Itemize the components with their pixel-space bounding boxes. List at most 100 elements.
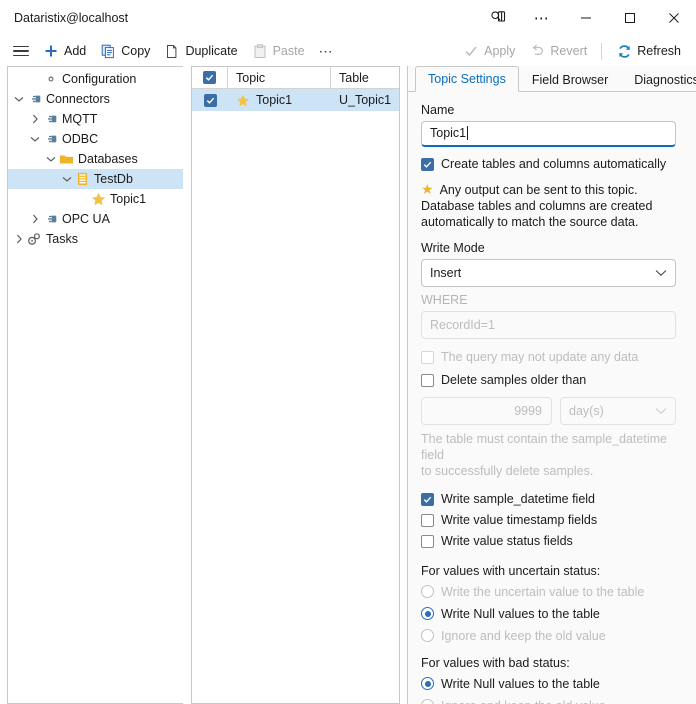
gear-icon: [42, 72, 59, 86]
refresh-label: Refresh: [637, 44, 681, 58]
where-placeholder: RecordId=1: [430, 317, 495, 332]
toolbar-overflow-button[interactable]: ⋯: [312, 38, 342, 64]
connector-icon: [26, 93, 43, 105]
table-header-table[interactable]: Table: [331, 67, 399, 88]
search-panel-icon[interactable]: [476, 0, 520, 36]
uncertain-status-radio[interactable]: [421, 585, 434, 599]
bad-status-radio[interactable]: [421, 699, 434, 704]
duplicate-button[interactable]: Duplicate: [157, 38, 244, 64]
uncertain-status-option[interactable]: Write the uncertain value to the table: [421, 581, 676, 603]
window-more-icon[interactable]: ⋯: [520, 0, 564, 36]
menu-button[interactable]: [6, 38, 36, 64]
copy-label: Copy: [121, 44, 151, 58]
delete-older-checkbox[interactable]: [421, 373, 434, 387]
paste-icon: [252, 43, 268, 59]
chevron-right-icon[interactable]: [12, 234, 26, 244]
uncertain-status-option[interactable]: Write Null values to the table: [421, 603, 676, 625]
copy-icon: [100, 43, 116, 59]
copy-button[interactable]: Copy: [93, 38, 157, 64]
write-value-status-checkbox[interactable]: [421, 534, 434, 548]
tree-item-label: Tasks: [46, 232, 78, 246]
write-mode-select[interactable]: Insert: [421, 258, 676, 287]
row-checkbox[interactable]: [203, 93, 217, 107]
tree-item-odbc[interactable]: ODBC: [8, 129, 183, 149]
chevron-down-icon[interactable]: [60, 176, 74, 183]
tab-field-browser[interactable]: Field Browser: [519, 66, 621, 92]
write-value-status-row[interactable]: Write value status fields: [421, 531, 676, 552]
duplicate-label: Duplicate: [185, 44, 238, 58]
tree-item-connectors[interactable]: Connectors: [8, 89, 183, 109]
pane-splitter-left[interactable]: [183, 66, 191, 704]
toolbar-divider: [601, 42, 603, 60]
write-field-options: Write sample_datetime field Write value …: [421, 489, 676, 552]
tab-topic-settings[interactable]: Topic Settings: [415, 66, 519, 92]
title-bar: Dataristix@localhost ⋯: [0, 0, 696, 36]
bad-status-radio[interactable]: [421, 677, 434, 691]
bad-status-option[interactable]: Ignore and keep the old value: [421, 695, 676, 704]
navigation-tree[interactable]: Configuration Connectors MQTT ODBC Databases…: [8, 67, 183, 249]
no-update-label: The query may not update any data: [441, 350, 639, 365]
write-sample-datetime-checkbox[interactable]: [421, 492, 434, 506]
write-value-status-label: Write value status fields: [441, 534, 573, 549]
auto-create-checkbox-row[interactable]: Create tables and columns automatically: [421, 154, 676, 175]
bad-radio-group[interactable]: Write Null values to the table Ignore and…: [421, 673, 676, 704]
chevron-down-icon[interactable]: [44, 156, 58, 163]
chevron-down-icon-unit: [655, 407, 667, 415]
chevron-right-icon[interactable]: [28, 214, 42, 224]
uncertain-status-label: Write the uncertain value to the table: [441, 584, 645, 599]
write-value-timestamp-row[interactable]: Write value timestamp fields: [421, 510, 676, 531]
delete-older-checkbox-row[interactable]: Delete samples older than: [421, 370, 676, 391]
uncertain-status-radio[interactable]: [421, 607, 434, 621]
uncertain-status-group: For values with uncertain status: Write …: [421, 564, 676, 647]
close-button[interactable]: [652, 0, 696, 36]
star-icon: ★: [421, 180, 434, 197]
bad-status-group: For values with bad status: Write Null v…: [421, 656, 676, 704]
uncertain-radio-group[interactable]: Write the uncertain value to the table Wr…: [421, 581, 676, 647]
auto-create-checkbox[interactable]: [421, 157, 434, 171]
settings-tabs[interactable]: Topic Settings Field Browser Diagnostics: [408, 66, 696, 92]
add-button[interactable]: Add: [36, 38, 93, 64]
table-header-topic[interactable]: Topic: [228, 67, 331, 88]
uncertain-status-option[interactable]: Ignore and keep the old value: [421, 625, 676, 647]
table-header-checkbox-cell[interactable]: [192, 67, 228, 88]
tree-item-label: Topic1: [110, 192, 147, 206]
tree-item-configuration[interactable]: Configuration: [8, 69, 183, 89]
table-row[interactable]: Topic1 U_Topic1: [192, 89, 399, 111]
revert-label: Revert: [550, 44, 588, 58]
refresh-button[interactable]: Refresh: [609, 38, 688, 64]
delete-older-label: Delete samples older than: [441, 373, 587, 388]
tree-item-mqtt[interactable]: MQTT: [8, 109, 183, 129]
where-input: RecordId=1: [421, 310, 676, 339]
delete-unit-select: day(s): [560, 396, 676, 425]
write-mode-value: Insert: [430, 265, 462, 280]
undo-arrow-icon: [529, 43, 545, 59]
uncertain-status-radio[interactable]: [421, 629, 434, 643]
name-input[interactable]: Topic1: [421, 120, 676, 147]
select-all-checkbox[interactable]: [203, 71, 216, 84]
chevron-right-icon[interactable]: [28, 114, 42, 124]
star-icon: [236, 94, 250, 107]
tree-item-topic1[interactable]: Topic1: [8, 189, 183, 209]
pane-splitter-right[interactable]: [400, 66, 407, 704]
tree-item-label: Databases: [78, 152, 138, 166]
tree-item-databases[interactable]: Databases: [8, 149, 183, 169]
write-sample-datetime-row[interactable]: Write sample_datetime field: [421, 489, 676, 510]
chevron-down-icon[interactable]: [28, 136, 42, 143]
bad-status-option[interactable]: Write Null values to the table: [421, 673, 676, 695]
chevron-down-icon[interactable]: [12, 96, 26, 103]
tree-item-testdb[interactable]: TestDb: [8, 169, 183, 189]
minimize-button[interactable]: [564, 0, 608, 36]
table-body: Topic1 U_Topic1: [192, 89, 399, 111]
tree-item-opc-ua[interactable]: OPC UA: [8, 209, 183, 229]
delete-unit-value: day(s): [569, 403, 604, 418]
uncertain-status-label: Ignore and keep the old value: [441, 628, 606, 643]
info-line-2: Database tables and columns are created: [421, 198, 653, 213]
write-value-timestamp-checkbox[interactable]: [421, 513, 434, 527]
delete-days-placeholder: 9999: [514, 403, 542, 418]
row-checkbox-cell[interactable]: [192, 93, 228, 107]
paste-label: Paste: [272, 44, 305, 58]
where-label: WHERE: [421, 292, 468, 307]
maximize-button[interactable]: [608, 0, 652, 36]
tree-item-tasks[interactable]: Tasks: [8, 229, 183, 249]
tab-diagnostics[interactable]: Diagnostics: [621, 66, 696, 92]
